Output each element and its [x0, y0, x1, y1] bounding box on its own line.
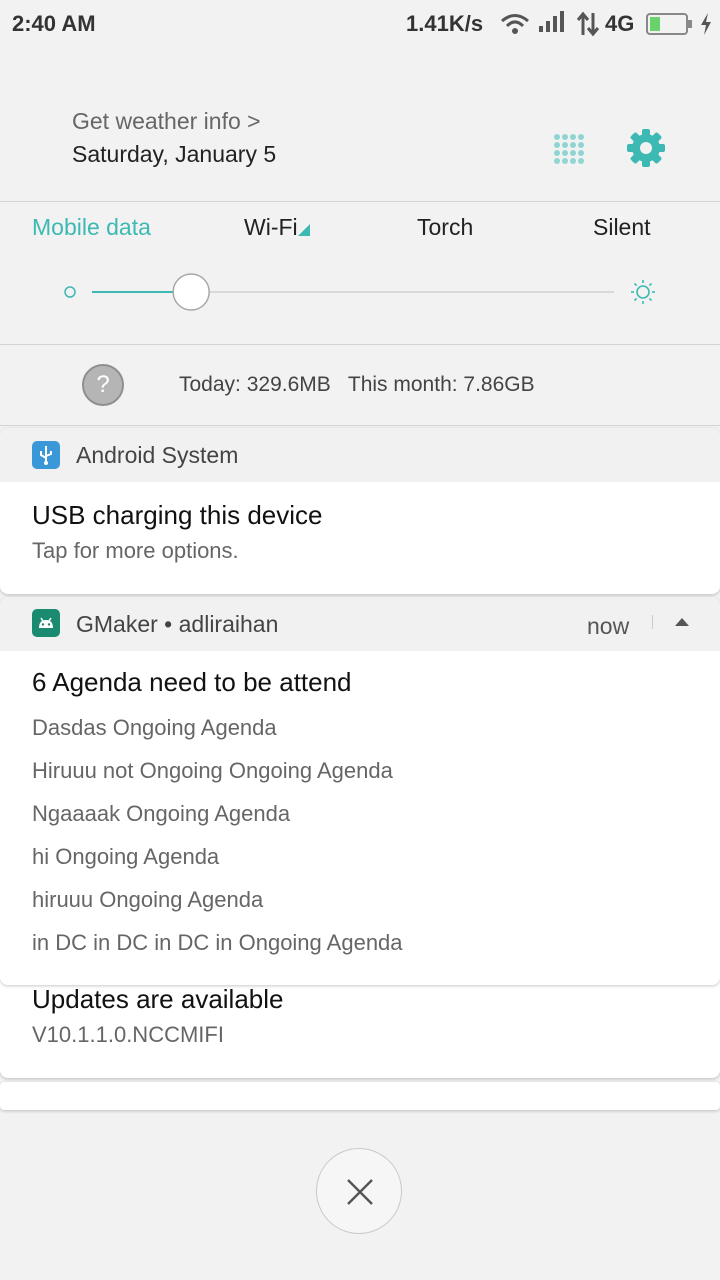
data-usage-text: Today: 329.6MB This month: 7.86GB [179, 373, 535, 396]
agenda-line: in DC in DC in DC in Ongoing Agenda [32, 930, 403, 955]
help-button[interactable]: ? [82, 364, 124, 406]
agenda-line: hi Ongoing Agenda [32, 844, 220, 869]
notification-android-system[interactable]: Android System USB charging this device … [0, 428, 720, 594]
divider [0, 201, 720, 202]
notification-text: Tap for more options. [32, 538, 239, 563]
brightness-high-icon [631, 280, 655, 304]
wifi-toggle[interactable]: Wi-Fi [244, 214, 298, 241]
app-name: GMaker • adliraihan [76, 611, 279, 637]
notification-stack-edge [0, 1082, 720, 1110]
usb-icon [32, 441, 60, 469]
data-transfer-icon [576, 11, 600, 37]
close-icon [347, 1179, 373, 1205]
date-text: Saturday, January 5 [72, 141, 277, 167]
weather-link[interactable]: Get weather info > [72, 108, 261, 135]
brightness-slider[interactable] [60, 272, 660, 312]
notification-title: Updates are available [32, 984, 284, 1014]
divider [652, 615, 653, 629]
wifi-icon [501, 14, 529, 34]
notification-title: 6 Agenda need to be attend [32, 667, 352, 697]
agenda-line: Ngaaaak Ongoing Agenda [32, 801, 291, 826]
divider [0, 344, 720, 345]
torch-toggle[interactable]: Torch [417, 214, 473, 241]
agenda-line: Hiruuu not Ongoing Ongoing Agenda [32, 758, 393, 783]
app-name: Android System [76, 442, 239, 468]
clear-all-button[interactable] [316, 1148, 402, 1234]
network-speed: 1.41K/s [406, 11, 484, 36]
silent-toggle[interactable]: Silent [593, 214, 651, 241]
mobile-data-toggle[interactable]: Mobile data [32, 214, 151, 241]
apps-grid-icon[interactable] [552, 132, 586, 166]
collapse-icon[interactable] [674, 617, 690, 627]
android-icon [32, 609, 60, 637]
notification-text: V10.1.1.0.NCCMIFI [32, 1022, 224, 1047]
charging-icon [701, 13, 711, 35]
agenda-line: Dasdas Ongoing Agenda [32, 715, 277, 740]
brightness-low-icon [64, 286, 76, 298]
notification-header: GMaker • adliraihan now [0, 597, 720, 651]
notification-time: now [587, 613, 630, 639]
signal-icon [539, 11, 564, 32]
brightness-thumb[interactable] [172, 273, 210, 311]
gear-icon[interactable] [626, 128, 666, 168]
notification-gmaker[interactable]: GMaker • adliraihan now 6 Agenda need to… [0, 597, 720, 985]
notification-title: USB charging this device [32, 500, 323, 530]
wifi-indicator-icon [298, 224, 310, 236]
divider [0, 425, 720, 426]
battery-icon [646, 13, 692, 35]
agenda-line: hiruuu Ongoing Agenda [32, 887, 264, 912]
status-time: 2:40 AM [12, 11, 96, 36]
status-bar: 2:40 AM 1.41K/s 4G [0, 0, 720, 50]
notification-header: Android System [0, 428, 720, 482]
network-type: 4G [605, 11, 635, 36]
